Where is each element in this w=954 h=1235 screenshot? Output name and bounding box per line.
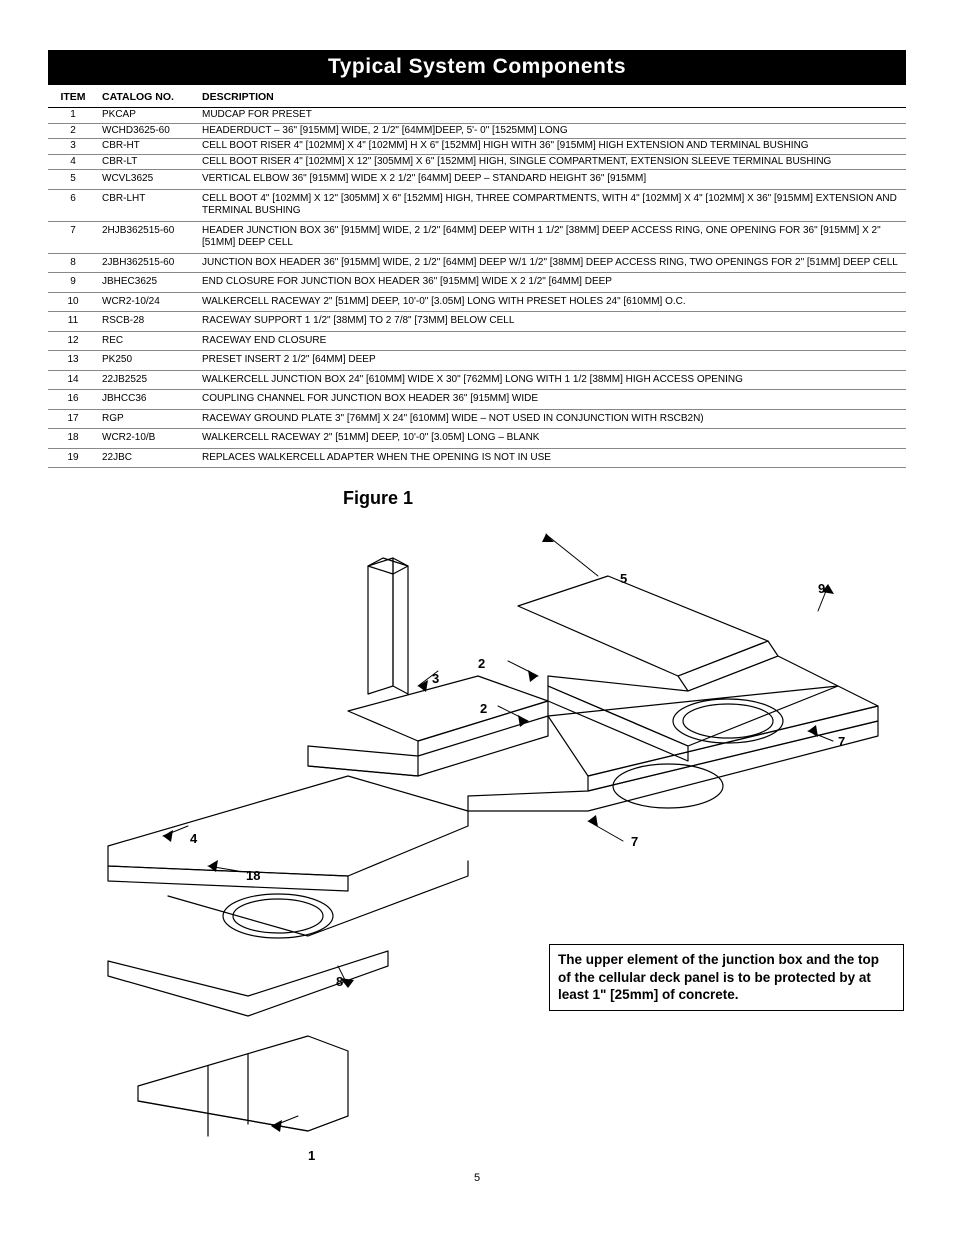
cell-catalog: WCVL3625 [98, 170, 198, 190]
page-number: 5 [48, 1172, 906, 1184]
cell-item: 7 [48, 221, 98, 253]
callout-5: 5 [620, 571, 627, 586]
components-table: ITEM CATALOG NO. DESCRIPTION 1PKCAPMUDCA… [48, 85, 906, 468]
table-row: 16JBHCC36COUPLING CHANNEL FOR JUNCTION B… [48, 390, 906, 410]
cell-description: PRESET INSERT 2 1/2" [64MM] DEEP [198, 351, 906, 371]
table-row: 5WCVL3625VERTICAL ELBOW 36" [915MM] WIDE… [48, 170, 906, 190]
callout-8: 8 [336, 974, 343, 989]
cell-item: 10 [48, 292, 98, 312]
cell-catalog: PKCAP [98, 108, 198, 124]
callout-4: 4 [190, 831, 197, 846]
table-row: 17RGPRACEWAY GROUND PLATE 3" [76MM] X 24… [48, 409, 906, 429]
cell-description: RACEWAY GROUND PLATE 3" [76MM] X 24" [61… [198, 409, 906, 429]
section-title: Typical System Components [48, 50, 906, 85]
cell-description: RACEWAY SUPPORT 1 1/2" [38MM] TO 2 7/8" … [198, 312, 906, 332]
cell-description: CELL BOOT RISER 4" [102MM] X 12" [305MM]… [198, 154, 906, 170]
cell-item: 12 [48, 331, 98, 351]
table-row: 3CBR-HTCELL BOOT RISER 4" [102MM] X 4" [… [48, 139, 906, 155]
cell-catalog: WCR2-10/B [98, 429, 198, 449]
callout-9: 9 [818, 581, 825, 596]
cell-item: 9 [48, 273, 98, 293]
cell-catalog: JBHCC36 [98, 390, 198, 410]
cell-catalog: REC [98, 331, 198, 351]
cell-description: RACEWAY END CLOSURE [198, 331, 906, 351]
cell-catalog: 2HJB362515-60 [98, 221, 198, 253]
cell-item: 18 [48, 429, 98, 449]
cell-item: 5 [48, 170, 98, 190]
cell-description: VERTICAL ELBOW 36" [915MM] WIDE X 2 1/2"… [198, 170, 906, 190]
cell-description: CELL BOOT 4" [102MM] X 12" [305MM] X 6" … [198, 189, 906, 221]
cell-description: REPLACES WALKERCELL ADAPTER WHEN THE OPE… [198, 448, 906, 468]
cell-catalog: CBR-HT [98, 139, 198, 155]
cell-description: HEADERDUCT – 36" [915MM] WIDE, 2 1/2" [6… [198, 123, 906, 139]
table-row: 4CBR-LTCELL BOOT RISER 4" [102MM] X 12" … [48, 154, 906, 170]
col-description: DESCRIPTION [198, 85, 906, 108]
cell-item: 11 [48, 312, 98, 332]
cell-catalog: WCHD3625-60 [98, 123, 198, 139]
table-row: 1422JB2525WALKERCELL JUNCTION BOX 24" [6… [48, 370, 906, 390]
figure-1: Figure 1 [48, 476, 906, 1166]
cell-item: 8 [48, 253, 98, 273]
table-row: 12RECRACEWAY END CLOSURE [48, 331, 906, 351]
cell-description: WALKERCELL JUNCTION BOX 24" [610MM] WIDE… [198, 370, 906, 390]
cell-item: 13 [48, 351, 98, 371]
cell-description: HEADER JUNCTION BOX 36" [915MM] WIDE, 2 … [198, 221, 906, 253]
callout-7b: 7 [631, 834, 638, 849]
cell-catalog: JBHEC3625 [98, 273, 198, 293]
cell-description: END CLOSURE FOR JUNCTION BOX HEADER 36" … [198, 273, 906, 293]
callout-1: 1 [308, 1148, 315, 1163]
cell-description: COUPLING CHANNEL FOR JUNCTION BOX HEADER… [198, 390, 906, 410]
cell-catalog: 22JB2525 [98, 370, 198, 390]
exploded-diagram [48, 476, 906, 1166]
cell-item: 17 [48, 409, 98, 429]
cell-catalog: RGP [98, 409, 198, 429]
cell-catalog: RSCB-28 [98, 312, 198, 332]
cell-catalog: CBR-LHT [98, 189, 198, 221]
cell-catalog: PK250 [98, 351, 198, 371]
cell-description: CELL BOOT RISER 4" [102MM] X 4" [102MM] … [198, 139, 906, 155]
cell-item: 3 [48, 139, 98, 155]
callout-18: 18 [246, 868, 260, 883]
cell-description: MUDCAP FOR PRESET [198, 108, 906, 124]
table-row: 13PK250PRESET INSERT 2 1/2" [64MM] DEEP [48, 351, 906, 371]
table-row: 10WCR2-10/24WALKERCELL RACEWAY 2" [51MM]… [48, 292, 906, 312]
cell-catalog: WCR2-10/24 [98, 292, 198, 312]
cell-item: 1 [48, 108, 98, 124]
concrete-note: The upper element of the junction box an… [549, 944, 904, 1011]
table-row: 1922JBCREPLACES WALKERCELL ADAPTER WHEN … [48, 448, 906, 468]
cell-description: WALKERCELL RACEWAY 2" [51MM] DEEP, 10'-0… [198, 429, 906, 449]
col-catalog: CATALOG NO. [98, 85, 198, 108]
table-row: 6CBR-LHTCELL BOOT 4" [102MM] X 12" [305M… [48, 189, 906, 221]
table-row: 1PKCAPMUDCAP FOR PRESET [48, 108, 906, 124]
cell-catalog: 22JBC [98, 448, 198, 468]
cell-description: JUNCTION BOX HEADER 36" [915MM] WIDE, 2 … [198, 253, 906, 273]
callout-2a: 2 [478, 656, 485, 671]
callout-3: 3 [432, 671, 439, 686]
table-row: 11RSCB-28RACEWAY SUPPORT 1 1/2" [38MM] T… [48, 312, 906, 332]
cell-catalog: 2JBH362515-60 [98, 253, 198, 273]
callout-7a: 7 [838, 734, 845, 749]
table-row: 72HJB362515-60HEADER JUNCTION BOX 36" [9… [48, 221, 906, 253]
cell-item: 16 [48, 390, 98, 410]
cell-item: 19 [48, 448, 98, 468]
cell-description: WALKERCELL RACEWAY 2" [51MM] DEEP, 10'-0… [198, 292, 906, 312]
col-item: ITEM [48, 85, 98, 108]
table-row: 2WCHD3625-60HEADERDUCT – 36" [915MM] WID… [48, 123, 906, 139]
table-row: 9JBHEC3625END CLOSURE FOR JUNCTION BOX H… [48, 273, 906, 293]
cell-item: 4 [48, 154, 98, 170]
cell-catalog: CBR-LT [98, 154, 198, 170]
callout-2b: 2 [480, 701, 487, 716]
cell-item: 2 [48, 123, 98, 139]
cell-item: 14 [48, 370, 98, 390]
table-row: 82JBH362515-60JUNCTION BOX HEADER 36" [9… [48, 253, 906, 273]
table-row: 18WCR2-10/BWALKERCELL RACEWAY 2" [51MM] … [48, 429, 906, 449]
cell-item: 6 [48, 189, 98, 221]
